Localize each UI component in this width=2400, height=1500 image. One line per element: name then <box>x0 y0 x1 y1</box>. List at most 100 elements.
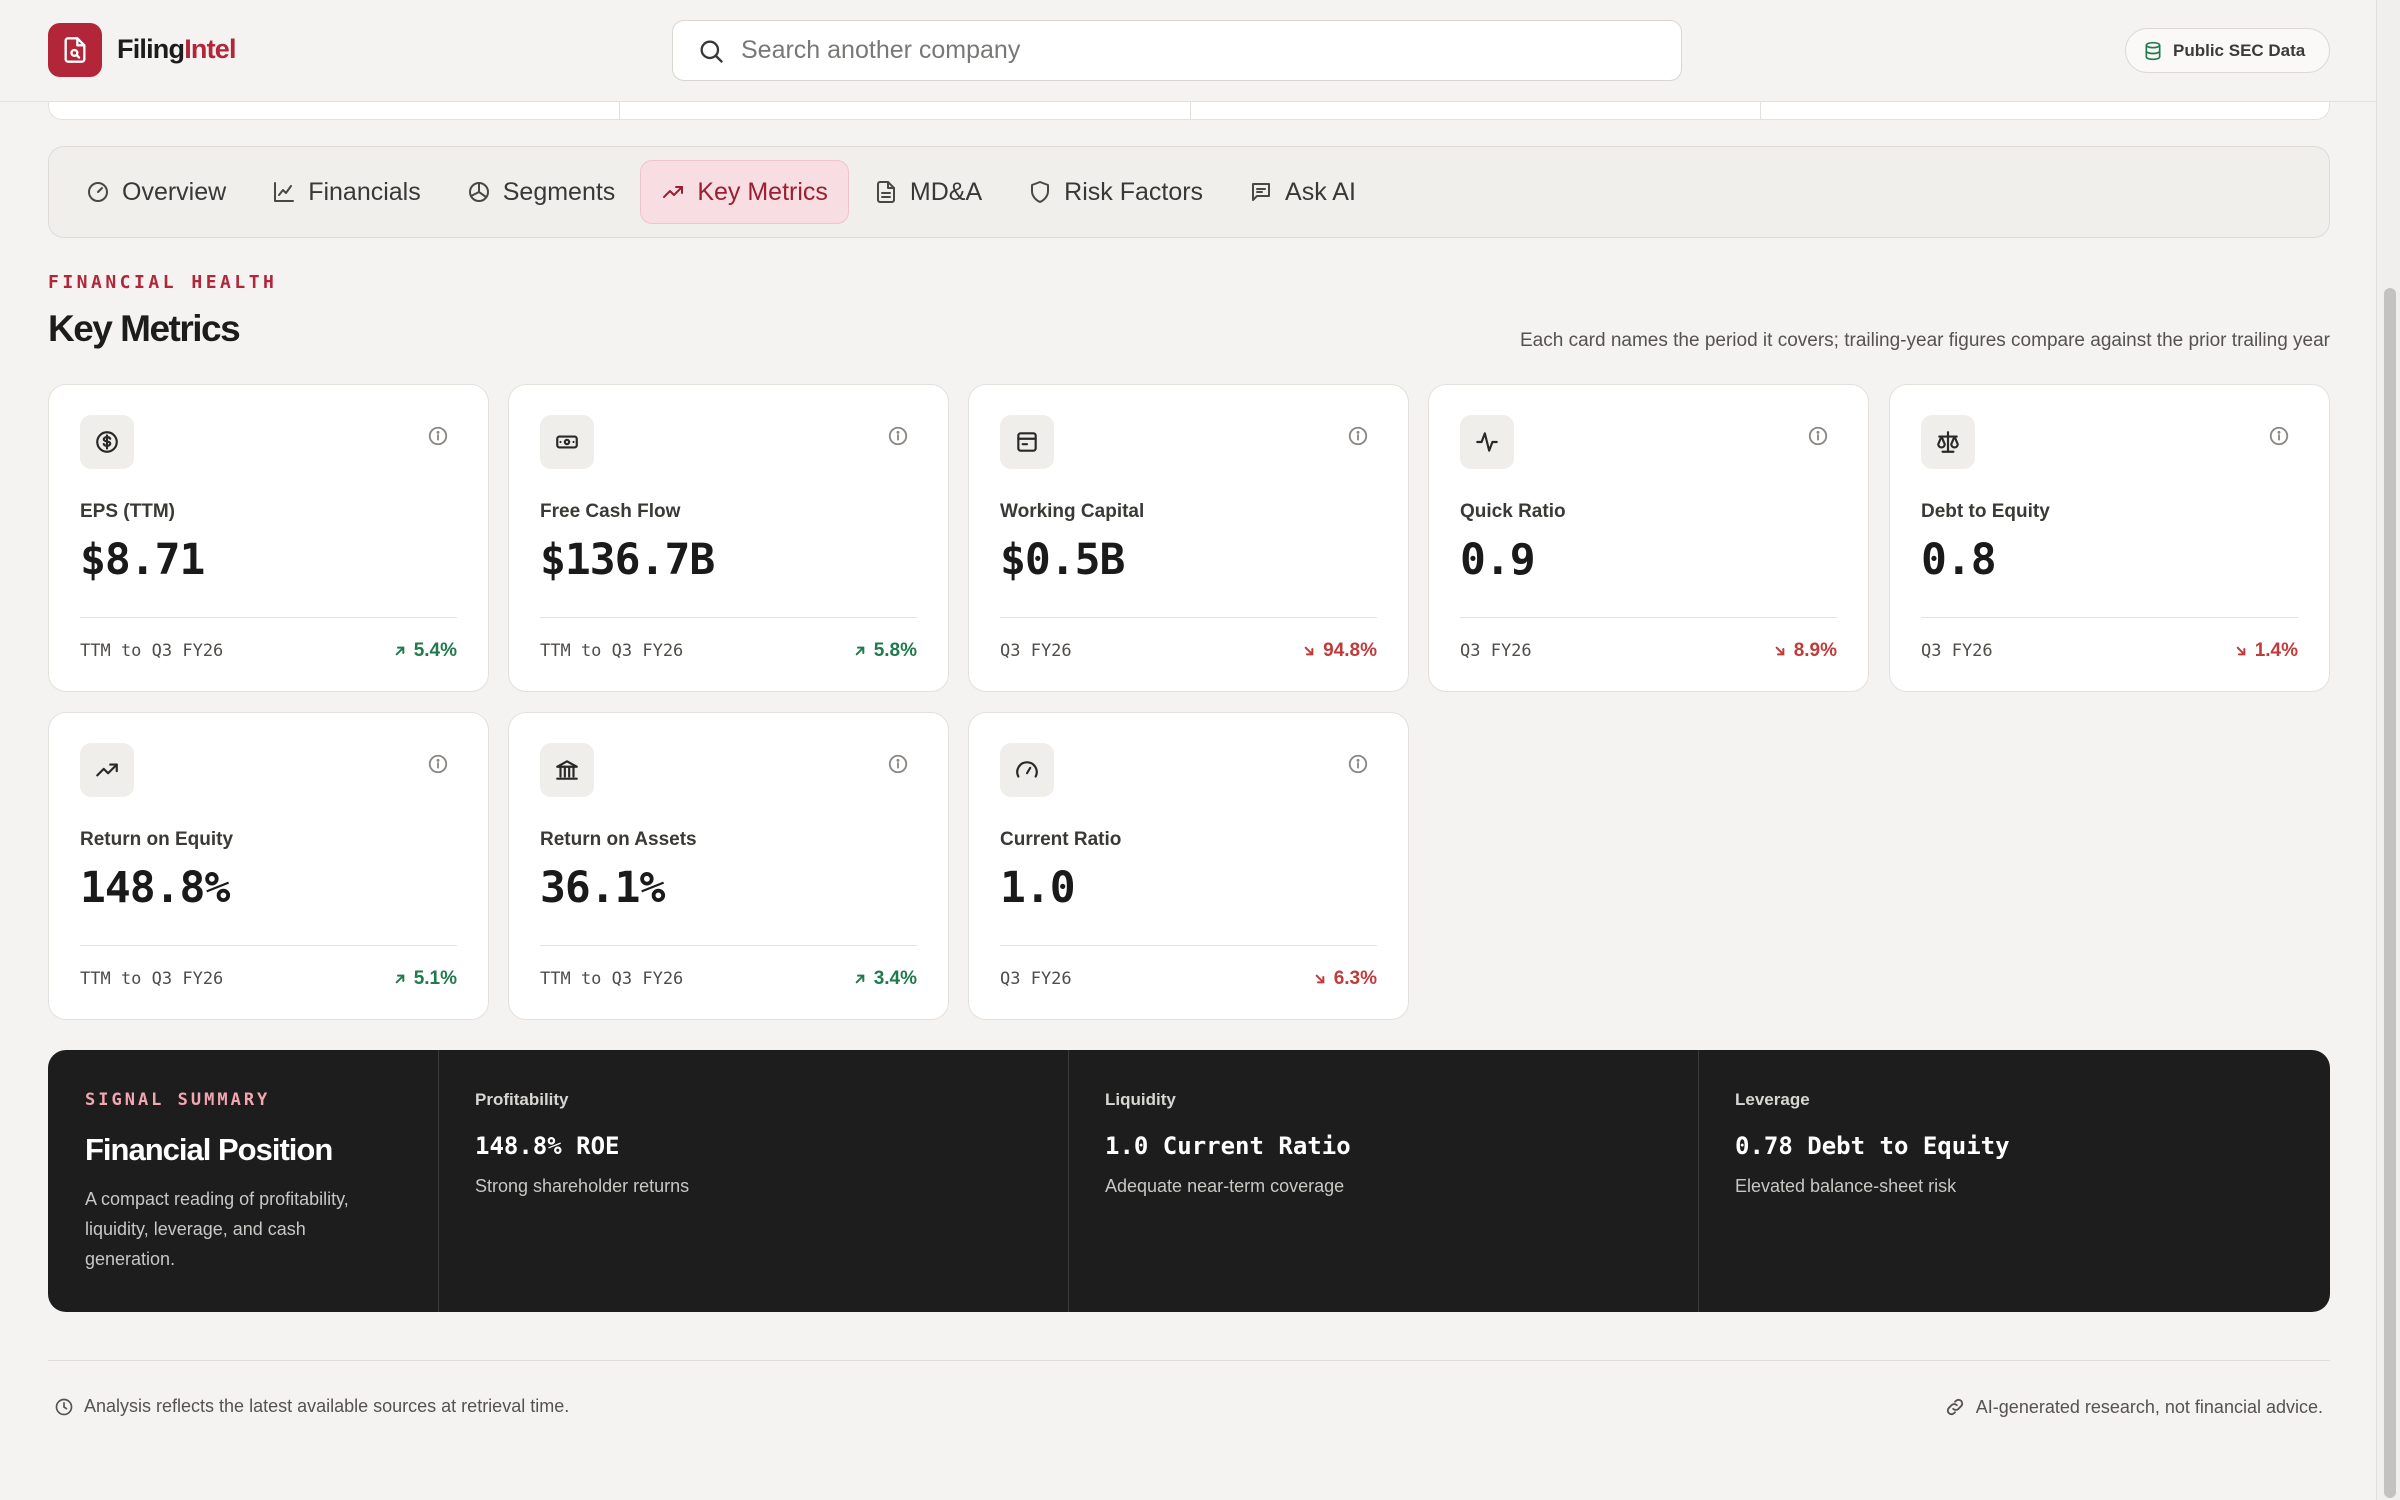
metric-value: $8.71 <box>80 535 205 585</box>
metric-change-value: 5.8% <box>873 640 917 661</box>
tab-financials[interactable]: Financials <box>251 160 442 224</box>
info-icon[interactable] <box>887 425 909 447</box>
summary-desc: Adequate near-term coverage <box>1105 1176 1345 1196</box>
metric-card-working-capital[interactable]: Working Capital $0.5B Q3 FY26 94.8% <box>968 384 1409 692</box>
metric-change: 6.3% <box>1312 968 1377 990</box>
summary-eyebrow: SIGNAL SUMMARY <box>85 1090 271 1110</box>
tab-label: Key Metrics <box>697 177 828 206</box>
scale-icon <box>1921 415 1975 469</box>
metric-value: 0.8 <box>1921 535 1997 585</box>
summary-profitability: Profitability 148.8% ROE Strong sharehol… <box>475 1090 689 1197</box>
info-icon[interactable] <box>1347 753 1369 775</box>
pie-chart-icon <box>468 182 489 202</box>
summary-value: 0.78 Debt to Equity <box>1735 1132 2010 1160</box>
metric-change-value: 8.9% <box>1793 640 1837 661</box>
metric-change-value: 1.4% <box>2254 640 2298 661</box>
metric-change: 8.9% <box>1772 640 1837 662</box>
search-input[interactable] <box>741 36 1641 65</box>
metric-change-value: 3.4% <box>873 968 917 989</box>
tab-segments[interactable]: Segments <box>446 160 637 224</box>
footer-left-text: Analysis reflects the latest available s… <box>84 1396 570 1416</box>
brand-part-1: Filing <box>117 34 185 64</box>
summary-liquidity: Liquidity 1.0 Current Ratio Adequate nea… <box>1105 1090 1351 1197</box>
tab-label: Financials <box>308 177 421 206</box>
tab-label: Ask AI <box>1285 177 1356 206</box>
tab-overview[interactable]: Overview <box>65 160 247 224</box>
metric-change-value: 6.3% <box>1333 968 1377 989</box>
metric-label: Free Cash Flow <box>540 501 681 522</box>
line-chart-icon <box>274 182 295 202</box>
tab-key-metrics[interactable]: Key Metrics <box>640 160 849 224</box>
metric-period: Q3 FY26 <box>1000 641 1072 661</box>
summary-key: Liquidity <box>1105 1090 1176 1109</box>
summary-title: Financial Position <box>85 1132 333 1167</box>
trending-up-icon <box>663 186 684 198</box>
metric-change: 5.4% <box>392 640 457 662</box>
dollar-circle-icon <box>80 415 134 469</box>
info-icon[interactable] <box>2268 425 2290 447</box>
arrow-down-right-icon <box>1304 646 1314 656</box>
tab-label: Risk Factors <box>1064 177 1204 206</box>
signal-summary-panel: SIGNAL SUMMARY Financial Position A comp… <box>48 1050 2330 1312</box>
metric-period: TTM to Q3 FY26 <box>540 641 684 661</box>
metric-period: Q3 FY26 <box>1000 969 1072 989</box>
metric-value: 148.8% <box>80 863 230 913</box>
summary-key: Leverage <box>1735 1090 1810 1109</box>
metric-card-free-cash-flow[interactable]: Free Cash Flow $136.7B TTM to Q3 FY26 5.… <box>508 384 949 692</box>
tab-label: Overview <box>122 177 227 206</box>
tab-risk-factors[interactable]: Risk Factors <box>1007 160 1224 224</box>
info-icon[interactable] <box>427 425 449 447</box>
metric-label: Quick Ratio <box>1460 501 1566 522</box>
search-box <box>672 20 1682 81</box>
metric-card-debt-to-equity[interactable]: Debt to Equity 0.8 Q3 FY26 1.4% <box>1889 384 2330 692</box>
metric-label: Debt to Equity <box>1921 501 2050 522</box>
footer-right-text: AI-generated research, not financial adv… <box>1975 1396 2323 1417</box>
bank-icon <box>540 743 594 797</box>
metric-change-value: 94.8% <box>1323 640 1377 661</box>
metric-change: 3.4% <box>852 968 917 990</box>
clock-icon <box>55 1398 73 1415</box>
metric-card-quick-ratio[interactable]: Quick Ratio 0.9 Q3 FY26 8.9% <box>1428 384 1869 692</box>
brand-name[interactable]: FilingIntel <box>117 34 236 65</box>
info-icon[interactable] <box>887 753 909 775</box>
section-eyebrow: FINANCIAL HEALTH <box>48 272 278 293</box>
summary-leverage: Leverage 0.78 Debt to Equity Elevated ba… <box>1735 1090 2010 1197</box>
metric-value: $136.7B <box>540 535 715 585</box>
metric-period: Q3 FY26 <box>1921 641 1993 661</box>
search-icon <box>697 37 725 65</box>
top-bar: FilingIntel Public SEC Data <box>0 0 2376 102</box>
public-sec-data-badge[interactable]: Public SEC Data <box>2125 28 2330 73</box>
info-icon[interactable] <box>427 753 449 775</box>
metric-period: TTM to Q3 FY26 <box>80 969 224 989</box>
metric-change: 5.8% <box>852 640 917 662</box>
metric-card-current-ratio[interactable]: Current Ratio 1.0 Q3 FY26 6.3% <box>968 712 1409 1020</box>
arrow-up-right-icon <box>395 974 405 984</box>
speedometer-icon <box>1000 743 1054 797</box>
scrollbar-thumb[interactable] <box>2384 288 2396 1498</box>
tab-label: MD&A <box>909 177 983 206</box>
arrow-up-right-icon <box>855 646 865 656</box>
arrow-up-right-icon <box>395 646 405 656</box>
info-icon[interactable] <box>1807 425 1829 447</box>
metric-period: Q3 FY26 <box>1460 641 1532 661</box>
metric-card-eps[interactable]: EPS (TTM) $8.71 TTM to Q3 FY26 5.4% <box>48 384 489 692</box>
metric-label: Return on Equity <box>80 829 234 850</box>
logo-icon[interactable] <box>48 23 102 77</box>
badge-label: Public SEC Data <box>2173 40 2306 60</box>
info-icon[interactable] <box>1347 425 1369 447</box>
document-icon <box>876 181 895 203</box>
arrow-down-right-icon <box>2236 646 2246 656</box>
arrow-up-right-icon <box>855 974 865 984</box>
metric-card-return-on-equity[interactable]: Return on Equity 148.8% TTM to Q3 FY26 5… <box>48 712 489 1020</box>
tab-ask-ai[interactable]: Ask AI <box>1228 160 1377 224</box>
metric-value: 36.1% <box>540 863 665 913</box>
metric-change: 5.1% <box>392 968 457 990</box>
gauge-icon <box>88 182 108 202</box>
metric-card-return-on-assets[interactable]: Return on Assets 36.1% TTM to Q3 FY26 3.… <box>508 712 949 1020</box>
arrow-down-right-icon <box>1315 974 1325 984</box>
tab-label: Segments <box>502 177 616 206</box>
metric-label: EPS (TTM) <box>80 501 175 522</box>
tab-mda[interactable]: MD&A <box>853 160 1003 224</box>
arrow-down-right-icon <box>1775 646 1785 656</box>
trending-up-icon <box>80 743 134 797</box>
